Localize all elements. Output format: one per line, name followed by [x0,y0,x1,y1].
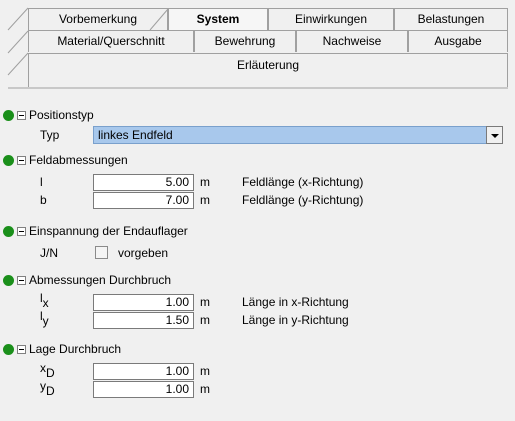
status-dot-icon [3,226,14,237]
l-unit: m [200,175,210,189]
section-title-durchbruch: Abmessungen Durchbruch [29,273,172,287]
l-description: Feldlänge (x-Richtung) [242,175,364,189]
vorgeben-checkbox[interactable] [95,246,108,259]
collapse-icon[interactable] [17,156,26,165]
b-description: Feldlänge (y-Richtung) [242,193,364,207]
chevron-down-icon[interactable] [486,126,503,144]
collapse-icon[interactable] [17,227,26,236]
section-title-positionstyp: Positionstyp [29,108,94,122]
lx-input[interactable]: 1.00 [93,294,194,311]
tab-slants [7,7,508,89]
yd-unit: m [200,382,210,396]
collapse-icon[interactable] [17,276,26,285]
yd-input[interactable]: 1.00 [93,381,194,398]
section-title-feldabmessungen: Feldabmessungen [29,153,128,167]
typ-value: linkes Endfeld [98,128,173,142]
b-unit: m [200,193,210,207]
yd-label: yD [40,379,55,398]
jn-label: J/N [40,246,58,260]
ly-description: Länge in y-Richtung [242,313,349,327]
lx-label: lx [40,291,49,310]
lx-unit: m [200,295,210,309]
yd-subscript: D [46,384,55,398]
ly-label: ly [40,309,49,328]
b-label: b [40,193,47,207]
lx-subscript: x [42,296,49,310]
xd-label: xD [40,361,55,380]
xd-unit: m [200,364,210,378]
status-dot-icon [3,155,14,166]
xd-input[interactable]: 1.00 [93,363,194,380]
xd-subscript: D [46,366,55,380]
l-input[interactable]: 5.00 [93,174,194,191]
status-dot-icon [3,110,14,121]
section-title-lage: Lage Durchbruch [29,342,122,356]
collapse-icon[interactable] [17,345,26,354]
l-label: l [40,175,43,189]
status-dot-icon [3,344,14,355]
property-panel: Positionstyp Typ linkes Endfeld Feldabme… [0,97,515,421]
vorgeben-label: vorgeben [118,246,169,260]
typ-dropdown[interactable]: linkes Endfeld [93,126,503,144]
b-input[interactable]: 7.00 [93,192,194,209]
section-title-einspannung: Einspannung der Endauflager [29,224,188,238]
ly-subscript: y [42,314,49,328]
ly-unit: m [200,313,210,327]
lx-description: Länge in x-Richtung [242,295,349,309]
collapse-icon[interactable] [17,111,26,120]
typ-label: Typ [40,128,60,142]
status-dot-icon [3,275,14,286]
ly-input[interactable]: 1.50 [93,312,194,329]
